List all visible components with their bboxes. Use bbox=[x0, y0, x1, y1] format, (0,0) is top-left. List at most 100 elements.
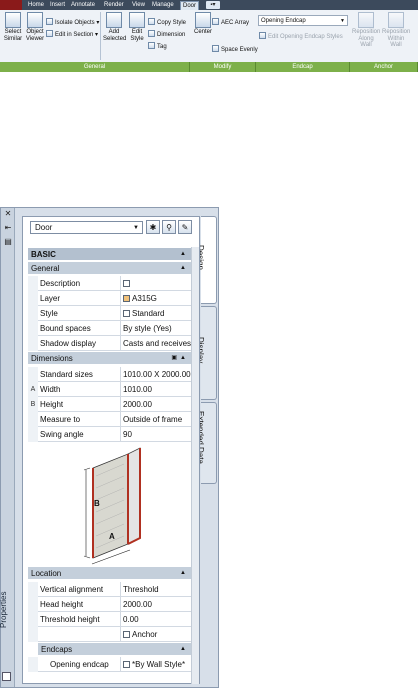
property-value[interactable]: Casts and receives ... bbox=[122, 336, 191, 351]
edit-in-section-button[interactable]: Edit in Section ▾ bbox=[46, 30, 98, 39]
property-value[interactable]: Threshold bbox=[122, 582, 191, 597]
dimension-label: Dimension bbox=[157, 32, 186, 38]
property-value[interactable]: Anchor bbox=[122, 627, 191, 642]
property-row-style[interactable]: Style Standard bbox=[28, 306, 191, 321]
tab-home[interactable]: Home bbox=[26, 1, 46, 10]
property-row-opening-endcap[interactable]: Opening endcap *By Wall Style* bbox=[28, 657, 191, 672]
property-row-layer[interactable]: Layer A315G bbox=[28, 291, 191, 306]
edit-endcap-styles-icon bbox=[259, 32, 266, 39]
property-row-shadow-display[interactable]: Shadow display Casts and receives ... bbox=[28, 336, 191, 351]
collapse-icon: ▲ bbox=[180, 251, 186, 257]
quick-select-icon[interactable]: ⚲ bbox=[162, 220, 176, 234]
category-endcaps[interactable]: Endcaps ▲ bbox=[38, 643, 191, 656]
property-row-head-height[interactable]: Head height 2000.00 bbox=[28, 597, 191, 612]
property-row-measure-to[interactable]: Measure to Outside of frame bbox=[28, 412, 191, 427]
property-value[interactable]: *By Wall Style* bbox=[122, 657, 191, 672]
property-value[interactable]: Outside of frame bbox=[122, 412, 191, 427]
select-objects-icon[interactable]: ✱ bbox=[146, 220, 160, 234]
center-button[interactable]: Center bbox=[192, 12, 214, 36]
row-margin bbox=[28, 582, 38, 597]
add-selected-icon bbox=[106, 12, 122, 28]
tab-annotate[interactable]: Annotate bbox=[69, 1, 97, 10]
tab-extended-data[interactable]: Extended Data bbox=[196, 402, 217, 484]
property-value[interactable] bbox=[122, 276, 191, 291]
property-row-bound-spaces[interactable]: Bound spaces By style (Yes) bbox=[28, 321, 191, 336]
property-row-width[interactable]: A Width 1010.00 bbox=[28, 382, 191, 397]
reposition-along-wall-button[interactable]: Reposition Along Wall bbox=[352, 12, 380, 49]
dimension-options-icon[interactable]: ▣ bbox=[171, 352, 177, 365]
tab-insert[interactable]: Insert bbox=[48, 1, 67, 10]
layer-color-icon bbox=[123, 295, 130, 302]
edit-opening-endcap-styles-button[interactable]: Edit Opening Endcap Styles bbox=[259, 32, 343, 41]
auto-hide-icon[interactable]: ⇤ bbox=[4, 224, 12, 232]
property-label: Threshold height bbox=[38, 612, 121, 627]
property-label: Style bbox=[38, 306, 121, 321]
space-evenly-button[interactable]: Space Evenly bbox=[212, 45, 258, 54]
panel-title-anchor: Anchor bbox=[350, 62, 418, 72]
tab-door[interactable]: Door bbox=[180, 1, 200, 10]
close-icon[interactable]: ✕ bbox=[4, 210, 12, 218]
property-value[interactable]: 1010.00 X 2000.00... bbox=[122, 367, 191, 382]
aec-array-button[interactable]: AEC Array bbox=[212, 18, 249, 27]
object-type-select[interactable]: Door ▼ bbox=[30, 221, 143, 234]
tab-manage[interactable]: Manage bbox=[150, 1, 176, 10]
palette-title: Properties bbox=[0, 592, 8, 628]
property-value-text: Anchor bbox=[132, 630, 158, 639]
opening-endcap-select[interactable]: Opening Endcap ▼ bbox=[258, 15, 348, 26]
tab-render[interactable]: Render bbox=[102, 1, 126, 10]
property-value[interactable]: 2000.00 bbox=[122, 397, 191, 412]
copy-style-button[interactable]: Copy Style bbox=[148, 18, 186, 27]
category-basic[interactable]: BASIC ▲ bbox=[28, 248, 191, 261]
property-label: Height bbox=[38, 397, 121, 412]
property-row-swing-angle[interactable]: Swing angle 90 bbox=[28, 427, 191, 442]
property-row-vertical-alignment[interactable]: Vertical alignment Threshold bbox=[28, 582, 191, 597]
category-general[interactable]: General ▲ bbox=[28, 262, 191, 275]
row-margin bbox=[28, 427, 38, 442]
edit-style-icon bbox=[129, 12, 145, 28]
palette-menu-icon[interactable]: ▤ bbox=[4, 238, 12, 246]
ribbon-options-icon[interactable]: ▪▾ bbox=[206, 1, 220, 9]
object-viewer-button[interactable]: Object Viewer bbox=[24, 12, 46, 42]
property-value[interactable]: By style (Yes) bbox=[122, 321, 191, 336]
tag-button[interactable]: Tag bbox=[148, 42, 167, 51]
diagram-label-a: A bbox=[109, 532, 115, 541]
add-selected-button[interactable]: Add Selected bbox=[103, 12, 126, 42]
object-type-value: Door bbox=[35, 223, 53, 232]
property-label: Head height bbox=[38, 597, 121, 612]
anchor-icon[interactable] bbox=[123, 631, 130, 638]
property-value[interactable]: 2000.00 bbox=[122, 597, 191, 612]
row-margin bbox=[28, 412, 38, 427]
select-similar-button[interactable]: Select Similar bbox=[2, 12, 24, 42]
row-margin bbox=[28, 291, 38, 306]
reposition-within-wall-button[interactable]: Reposition Within Wall bbox=[382, 12, 410, 49]
property-value[interactable]: 0.00 bbox=[122, 612, 191, 627]
property-label: Opening endcap bbox=[38, 657, 121, 672]
application-menu-button[interactable] bbox=[0, 0, 22, 10]
property-label bbox=[38, 627, 121, 642]
property-row-height[interactable]: B Height 2000.00 bbox=[28, 397, 191, 412]
object-viewer-label: Object Viewer bbox=[25, 29, 45, 42]
dimension-button[interactable]: Dimension bbox=[148, 30, 185, 39]
property-value[interactable]: 1010.00 bbox=[122, 382, 191, 397]
property-row-description[interactable]: Description bbox=[28, 276, 191, 291]
pickadd-icon[interactable]: ✎ bbox=[178, 220, 192, 234]
description-editor-icon[interactable] bbox=[123, 280, 130, 287]
isolate-objects-button[interactable]: Isolate Objects ▾ bbox=[46, 18, 99, 27]
chevron-down-icon: ▼ bbox=[133, 225, 139, 231]
property-row-standard-sizes[interactable]: Standard sizes 1010.00 X 2000.00... bbox=[28, 367, 191, 382]
opening-endcap-select-value: Opening Endcap bbox=[261, 18, 306, 24]
property-value[interactable]: 90 bbox=[122, 427, 191, 442]
properties-scrollbar[interactable] bbox=[191, 247, 199, 684]
edit-style-button[interactable]: Edit Style bbox=[126, 12, 148, 42]
tab-view[interactable]: View bbox=[130, 1, 147, 10]
property-row-anchor[interactable]: Anchor bbox=[28, 627, 191, 642]
tab-display[interactable]: Display bbox=[196, 306, 217, 400]
row-margin bbox=[28, 306, 38, 321]
category-dimensions[interactable]: Dimensions ▣ ▲ bbox=[28, 352, 191, 365]
tab-design[interactable]: Design bbox=[196, 216, 217, 304]
property-value[interactable]: A315G bbox=[122, 291, 191, 306]
category-location[interactable]: Location ▲ bbox=[28, 567, 191, 580]
property-value[interactable]: Standard bbox=[122, 306, 191, 321]
property-row-threshold-height[interactable]: Threshold height 0.00 bbox=[28, 612, 191, 627]
palette-settings-icon[interactable] bbox=[2, 672, 11, 681]
